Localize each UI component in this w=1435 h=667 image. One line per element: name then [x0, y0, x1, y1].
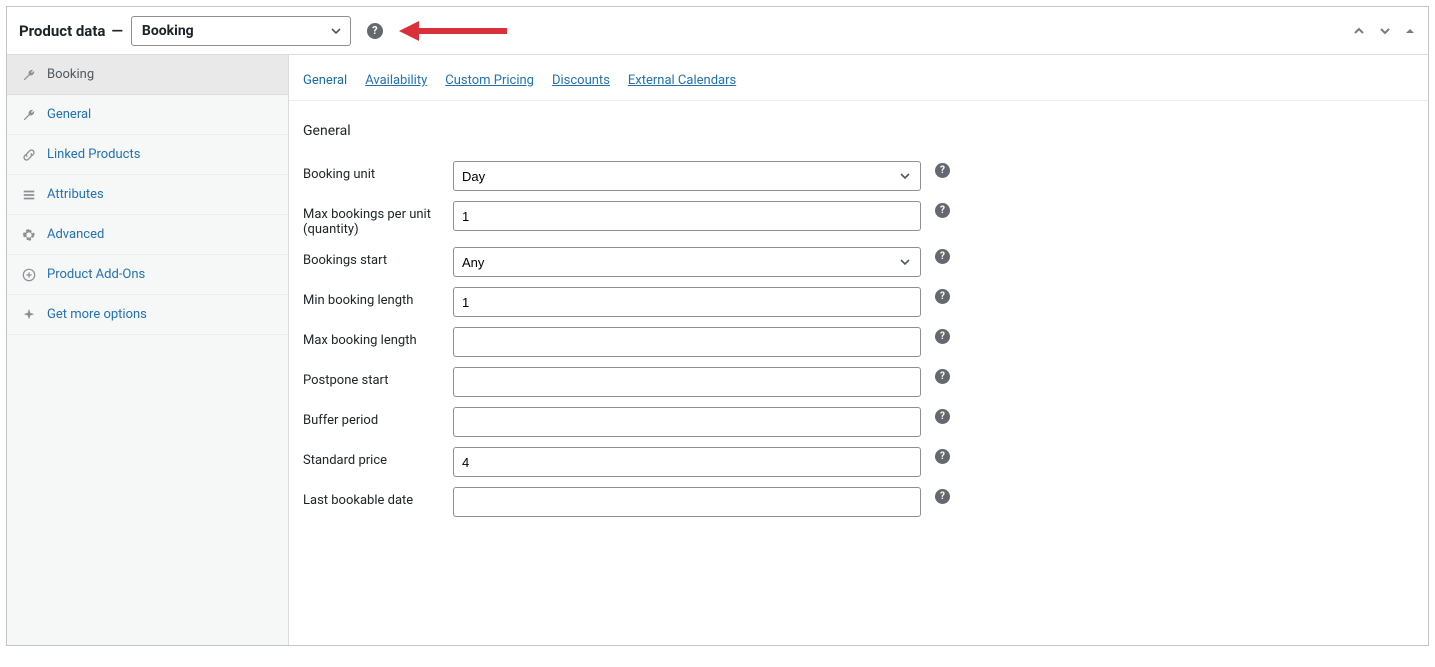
- sidebar-item-booking[interactable]: Booking: [7, 55, 288, 95]
- sidebar-item-attributes[interactable]: Attributes: [7, 175, 288, 215]
- tab-general[interactable]: General: [303, 73, 347, 88]
- input-max-length[interactable]: [453, 327, 921, 357]
- help-icon[interactable]: ?: [935, 369, 950, 384]
- input-postpone[interactable]: [453, 367, 921, 397]
- help-icon[interactable]: ?: [935, 409, 950, 424]
- move-down-icon[interactable]: [1378, 24, 1392, 38]
- section-title: General: [289, 101, 1428, 147]
- sub-tabs: General Availability Custom Pricing Disc…: [289, 55, 1428, 101]
- row-max-bookings: Max bookings per unit (quantity) ?: [303, 201, 1414, 237]
- tab-discounts[interactable]: Discounts: [552, 73, 610, 88]
- wrench-icon: [21, 107, 37, 123]
- select-bookings-start[interactable]: Any: [453, 247, 921, 277]
- help-icon[interactable]: ?: [935, 249, 950, 264]
- input-buffer[interactable]: [453, 407, 921, 437]
- row-min-length: Min booking length ?: [303, 287, 1414, 317]
- product-type-value: Booking: [142, 23, 194, 39]
- link-icon: [21, 147, 37, 163]
- sidebar-item-label: Linked Products: [47, 147, 140, 162]
- label-postpone: Postpone start: [303, 367, 453, 388]
- annotation-arrow: [397, 18, 507, 44]
- sidebar-item-advanced[interactable]: Advanced: [7, 215, 288, 255]
- sidebar-item-label: Advanced: [47, 227, 104, 242]
- select-booking-unit[interactable]: Day: [453, 161, 921, 191]
- tab-external-calendars[interactable]: External Calendars: [628, 73, 736, 88]
- tab-availability[interactable]: Availability: [365, 73, 427, 88]
- help-icon[interactable]: ?: [935, 489, 950, 504]
- move-up-icon[interactable]: [1352, 24, 1366, 38]
- sidebar-item-more[interactable]: Get more options: [7, 295, 288, 335]
- sparkle-icon: [21, 307, 37, 323]
- panel-controls: [1352, 24, 1416, 38]
- row-buffer: Buffer period ?: [303, 407, 1414, 437]
- gear-icon: [21, 227, 37, 243]
- input-max-bookings[interactable]: [453, 201, 921, 231]
- label-min-length: Min booking length: [303, 287, 453, 308]
- product-data-panel: Product data — Booking ? Booking: [6, 6, 1429, 646]
- row-booking-unit: Booking unit Day ?: [303, 161, 1414, 191]
- label-max-bookings: Max bookings per unit (quantity): [303, 201, 453, 237]
- input-last-bookable[interactable]: [453, 487, 921, 517]
- label-booking-unit: Booking unit: [303, 161, 453, 182]
- tab-custom-pricing[interactable]: Custom Pricing: [445, 73, 534, 88]
- sidebar-item-label: Booking: [47, 67, 94, 82]
- sidebar: Booking General Linked Products Attribut…: [7, 55, 289, 645]
- sidebar-item-label: Product Add-Ons: [47, 267, 145, 282]
- main-content: General Availability Custom Pricing Disc…: [289, 55, 1428, 645]
- row-postpone: Postpone start ?: [303, 367, 1414, 397]
- list-icon: [21, 187, 37, 203]
- help-icon[interactable]: ?: [935, 449, 950, 464]
- row-max-length: Max booking length ?: [303, 327, 1414, 357]
- input-price[interactable]: [453, 447, 921, 477]
- sidebar-item-addons[interactable]: Product Add-Ons: [7, 255, 288, 295]
- row-price: Standard price ?: [303, 447, 1414, 477]
- product-type-select[interactable]: Booking: [131, 16, 351, 46]
- panel-title: Product data: [19, 22, 105, 40]
- help-icon[interactable]: ?: [935, 329, 950, 344]
- wrench-icon: [21, 67, 37, 83]
- sidebar-item-general[interactable]: General: [7, 95, 288, 135]
- title-dash: —: [111, 22, 122, 40]
- toggle-icon[interactable]: [1404, 25, 1416, 37]
- row-last-bookable: Last bookable date ?: [303, 487, 1414, 517]
- input-min-length[interactable]: [453, 287, 921, 317]
- help-icon[interactable]: ?: [935, 289, 950, 304]
- plus-circle-icon: [21, 267, 37, 283]
- help-icon[interactable]: ?: [935, 163, 950, 178]
- sidebar-item-linked-products[interactable]: Linked Products: [7, 135, 288, 175]
- label-last-bookable: Last bookable date: [303, 487, 453, 508]
- general-form: Booking unit Day ? Max bookings per unit…: [289, 147, 1428, 551]
- label-bookings-start: Bookings start: [303, 247, 453, 268]
- sidebar-item-label: Attributes: [47, 187, 104, 202]
- chevron-down-icon: [330, 25, 342, 37]
- row-bookings-start: Bookings start Any ?: [303, 247, 1414, 277]
- sidebar-item-label: Get more options: [47, 307, 147, 322]
- panel-body: Booking General Linked Products Attribut…: [7, 55, 1428, 645]
- sidebar-item-label: General: [47, 107, 91, 122]
- panel-header: Product data — Booking ?: [7, 7, 1428, 55]
- help-icon[interactable]: ?: [367, 23, 383, 39]
- help-icon[interactable]: ?: [935, 203, 950, 218]
- label-max-length: Max booking length: [303, 327, 453, 348]
- label-buffer: Buffer period: [303, 407, 453, 428]
- label-price: Standard price: [303, 447, 453, 468]
